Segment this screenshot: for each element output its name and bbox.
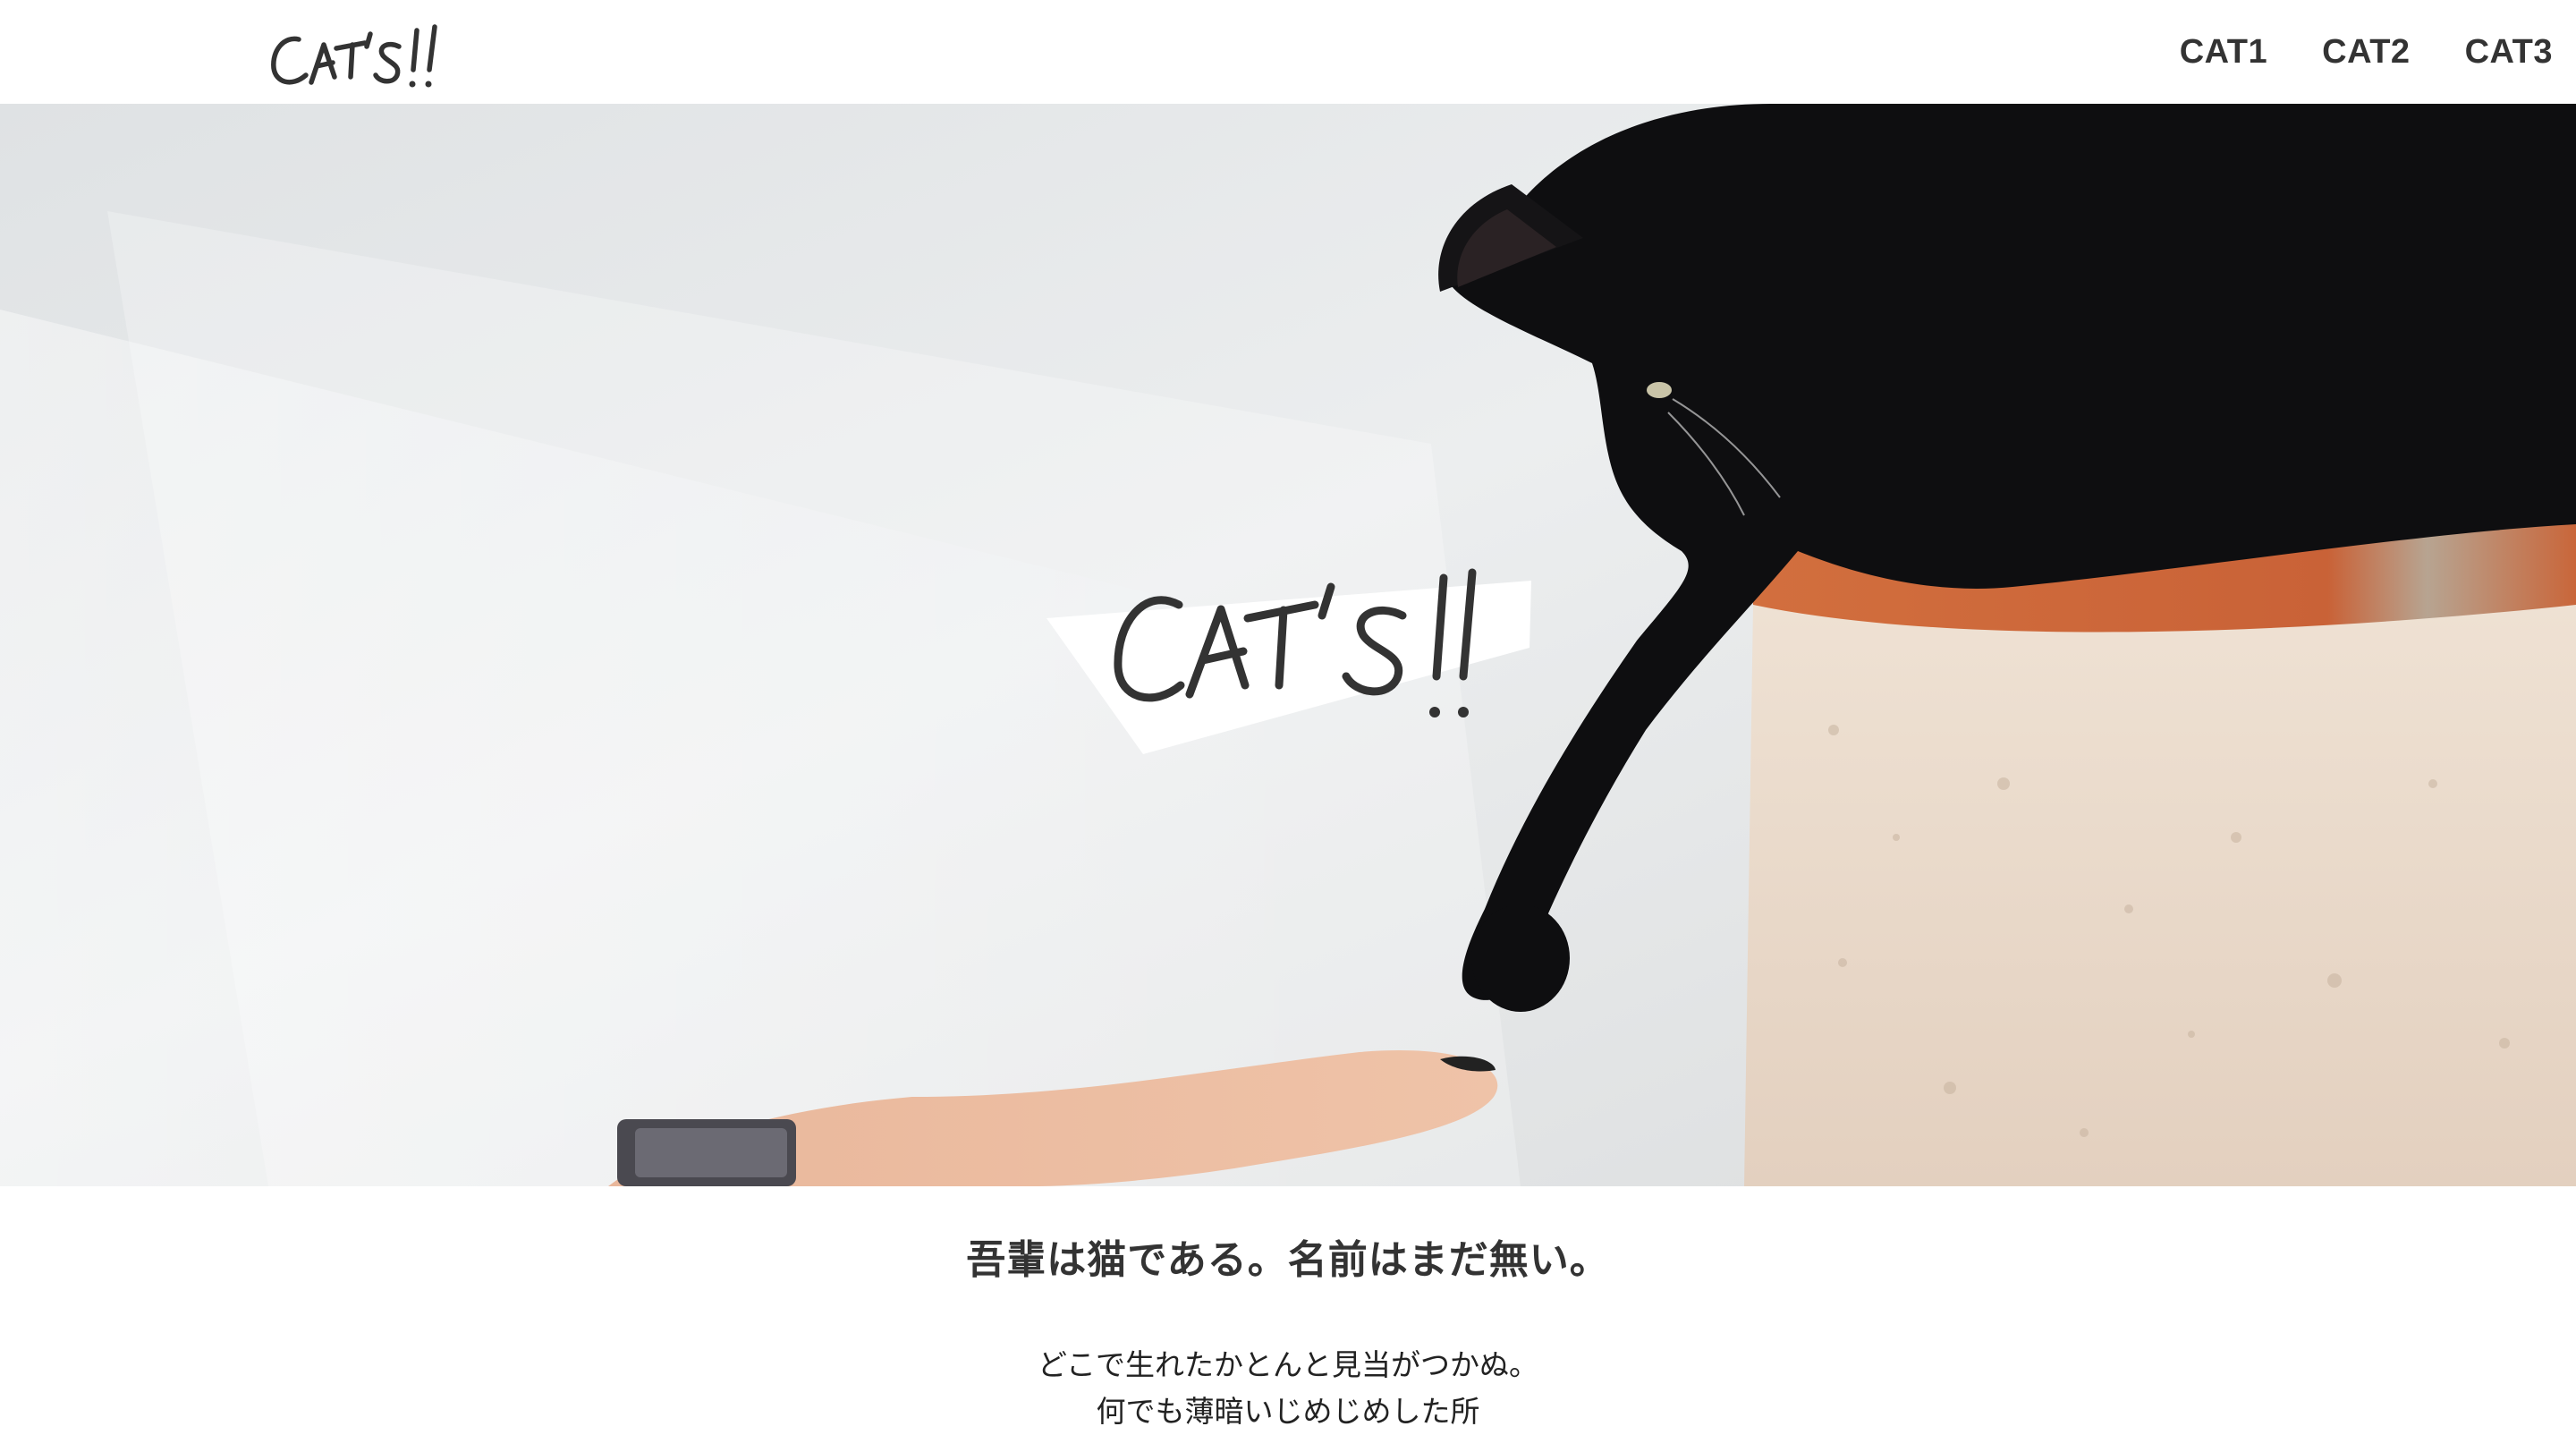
nav-cat1-link[interactable]: CAT1 xyxy=(2180,33,2267,72)
main-nav: CAT1 CAT2 CAT3 xyxy=(2180,0,2553,104)
nav-cat2-link[interactable]: CAT2 xyxy=(2322,33,2410,72)
body-text: どこで生れたかとんと見当がつかぬ。 何でも薄暗いじめじめした所 xyxy=(0,1342,2576,1435)
site-header: CAT1 CAT2 CAT3 xyxy=(0,0,2576,104)
nav-cat3-link[interactable]: CAT3 xyxy=(2465,33,2553,72)
body-paragraph: どこで生れたかとんと見当がつかぬ。 xyxy=(1037,1347,1538,1382)
hero-image xyxy=(0,104,2576,1186)
cats-logo-icon xyxy=(271,24,437,88)
hero-section xyxy=(0,104,2576,1186)
site-logo[interactable] xyxy=(265,20,453,100)
body-paragraph: 何でも薄暗いじめじめした所 xyxy=(1096,1394,1480,1429)
tagline-heading: 吾輩は猫である。名前はまだ無い。 xyxy=(966,1236,1610,1283)
